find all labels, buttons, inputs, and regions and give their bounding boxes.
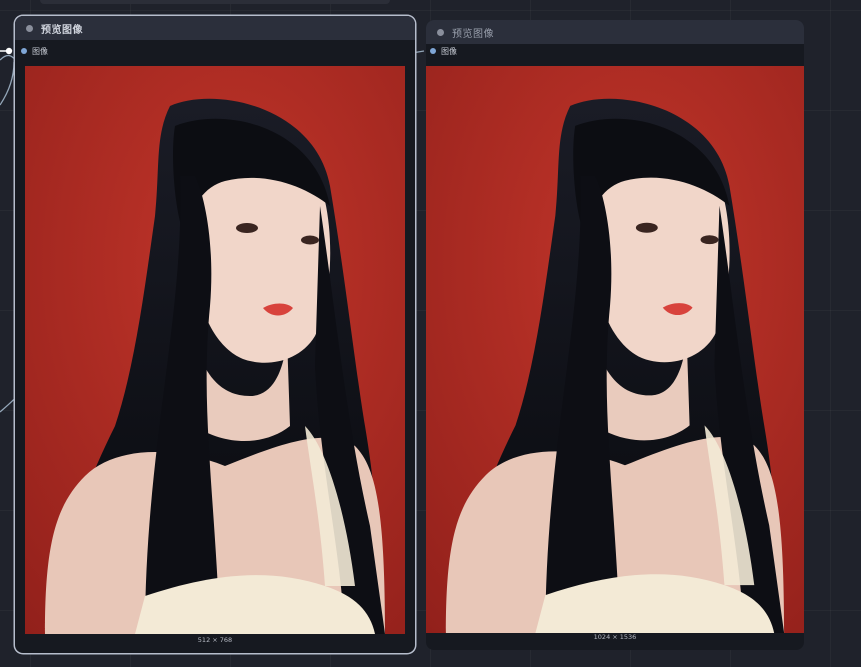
input-slot-label: 图像 bbox=[32, 46, 48, 56]
portrait-image bbox=[25, 66, 405, 634]
input-slot-label: 图像 bbox=[441, 46, 457, 56]
node-title: 预览图像 bbox=[452, 28, 494, 40]
image-slot-icon[interactable] bbox=[430, 48, 436, 54]
image-slot-icon[interactable] bbox=[21, 48, 27, 54]
canvas-edge-strip bbox=[40, 0, 390, 4]
image-size-label: 1024 × 1536 bbox=[593, 633, 637, 641]
preview-image-node-2[interactable]: 预览图像 图像 1024 × 1536 bbox=[426, 20, 804, 650]
preview-image bbox=[25, 66, 405, 634]
node-header[interactable]: 预览图像 bbox=[426, 20, 804, 44]
input-slot-image[interactable]: 图像 bbox=[21, 45, 48, 57]
node-title: 预览图像 bbox=[41, 24, 83, 36]
collapse-dot-icon[interactable] bbox=[437, 28, 444, 36]
preview-image bbox=[426, 66, 804, 633]
portrait-image bbox=[426, 66, 804, 633]
node-header[interactable]: 预览图像 bbox=[15, 16, 415, 40]
input-slot-image[interactable]: 图像 bbox=[430, 45, 457, 57]
image-size-label: 512 × 768 bbox=[197, 636, 233, 644]
preview-image-node-1[interactable]: 预览图像 图像 512 × 768 bbox=[15, 16, 415, 653]
collapse-dot-icon[interactable] bbox=[26, 24, 33, 32]
